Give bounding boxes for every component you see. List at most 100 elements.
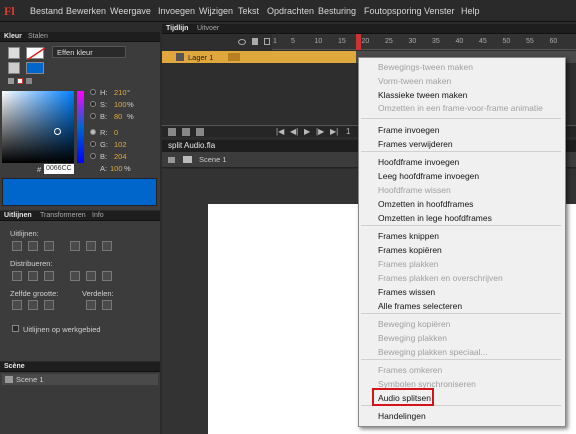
context-menu-item[interactable]: Handelingen [378, 411, 426, 421]
context-menu-item[interactable]: Frames knippen [378, 231, 439, 241]
delete-layer-icon[interactable] [196, 128, 204, 136]
context-menu-item: Vorm-tween maken [378, 76, 452, 86]
eye-icon[interactable] [238, 39, 246, 45]
match-height-icon[interactable] [28, 300, 38, 310]
menu-invoegen[interactable]: Invoegen [158, 6, 195, 16]
space-horizontal-icon[interactable] [102, 300, 112, 310]
tab-uitlijnen[interactable]: Uitlijnen [4, 212, 32, 219]
back-arrow-icon[interactable] [168, 157, 175, 163]
fill-bucket-icon[interactable] [8, 62, 20, 74]
fill-swatch[interactable] [26, 62, 44, 74]
distribute-vcenter-icon[interactable] [28, 271, 38, 281]
distribute-left-icon[interactable] [70, 271, 80, 281]
radio-blue[interactable] [90, 153, 96, 159]
menu-venster[interactable]: Venster [424, 6, 455, 16]
radio-b[interactable] [90, 113, 96, 119]
value-blue[interactable]: 204 [114, 152, 127, 161]
value-b[interactable]: 80 [114, 112, 122, 121]
workarea-checkbox[interactable] [12, 325, 19, 332]
app-logo: Fl [4, 4, 15, 18]
context-menu-item[interactable]: Frames verwijderen [378, 139, 453, 149]
color-picker-field[interactable] [2, 91, 74, 163]
tab-stalen[interactable]: Stalen [28, 33, 48, 40]
new-folder-icon[interactable] [182, 128, 190, 136]
ruler-label: 25 [385, 38, 393, 45]
document-tab[interactable]: split Audio.fla [168, 141, 215, 150]
context-menu-item[interactable]: Klassieke tween maken [378, 90, 467, 100]
menu-help[interactable]: Help [461, 6, 480, 16]
menu-besturing[interactable]: Besturing [318, 6, 356, 16]
step-back-icon[interactable]: ◀| [290, 127, 298, 136]
swap-colors-icon[interactable] [26, 78, 32, 84]
hex-input[interactable]: 0066CC [44, 164, 74, 174]
go-first-icon[interactable]: |◀ [276, 127, 284, 136]
edit-bar-scene[interactable]: Scene 1 [199, 155, 227, 164]
ruler-label: 45 [479, 38, 487, 45]
stroke-swatch[interactable] [26, 47, 45, 60]
value-s[interactable]: 100 [114, 100, 127, 109]
distribute-hcenter-icon[interactable] [86, 271, 96, 281]
menu-bewerken[interactable]: Bewerken [66, 6, 106, 16]
match-both-icon[interactable] [44, 300, 54, 310]
timeline-ruler[interactable]: 1 5 10 15 20 25 30 35 40 45 50 55 60 [272, 34, 576, 50]
value-g[interactable]: 102 [114, 140, 127, 149]
lock-icon[interactable] [252, 38, 258, 45]
hue-slider[interactable] [77, 91, 84, 163]
value-r[interactable]: 0 [114, 128, 118, 137]
menu-foutopsporing[interactable]: Foutopsporing [364, 6, 422, 16]
radio-r[interactable] [90, 129, 96, 135]
distribute-right-icon[interactable] [102, 271, 112, 281]
menu-wijzigen[interactable]: Wijzigen [199, 6, 233, 16]
layer-row[interactable]: Lager 1 [162, 51, 356, 63]
context-menu-item[interactable]: Omzetten in lege hoofdframes [378, 213, 492, 223]
radio-s[interactable] [90, 101, 96, 107]
distribute-top-icon[interactable] [12, 271, 22, 281]
space-vertical-icon[interactable] [86, 300, 96, 310]
align-left-icon[interactable] [12, 241, 22, 251]
go-last-icon[interactable]: ▶| [330, 127, 338, 136]
menu-weergave[interactable]: Weergave [110, 6, 151, 16]
match-width-icon[interactable] [12, 300, 22, 310]
tab-transformeren[interactable]: Transformeren [40, 212, 86, 219]
value-a[interactable]: 100 [110, 164, 123, 173]
menu-tekst[interactable]: Tekst [238, 6, 259, 16]
label-a: A: [100, 164, 108, 173]
radio-g[interactable] [90, 141, 96, 147]
align-vcenter-icon[interactable] [86, 241, 96, 251]
pencil-icon[interactable] [228, 53, 240, 61]
tab-kleur[interactable]: Kleur [4, 33, 22, 40]
tab-info[interactable]: Info [92, 212, 104, 219]
tab-uitvoer[interactable]: Uitvoer [197, 25, 219, 32]
step-forward-icon[interactable]: |▶ [316, 127, 324, 136]
menu-opdrachten[interactable]: Opdrachten [267, 6, 314, 16]
color-picker-cursor[interactable] [54, 128, 61, 135]
context-menu-item[interactable]: Frames wissen [378, 287, 435, 297]
context-menu-item[interactable]: Leeg hoofdframe invoegen [378, 171, 479, 181]
tab-tijdlijn[interactable]: Tijdlijn [166, 25, 188, 32]
stroke-color-icon[interactable] [8, 47, 20, 59]
align-hcenter-icon[interactable] [28, 241, 38, 251]
radio-h[interactable] [90, 89, 96, 95]
no-color-icon[interactable] [17, 78, 23, 84]
black-white-icon[interactable] [8, 78, 14, 84]
value-h[interactable]: 210 [114, 88, 127, 97]
menu-bestand[interactable]: Bestand [30, 6, 63, 16]
outline-icon[interactable] [264, 38, 270, 45]
play-icon[interactable]: ▶ [304, 127, 310, 136]
align-top-icon[interactable] [70, 241, 80, 251]
align-bottom-icon[interactable] [102, 241, 112, 251]
context-menu-item[interactable]: Omzetten in hoofdframes [378, 199, 473, 209]
context-menu-item[interactable]: Hoofdframe invoegen [378, 157, 459, 167]
tab-scene[interactable]: Scène [4, 363, 25, 370]
new-layer-icon[interactable] [168, 128, 176, 136]
label-workarea: Uitlijnen op werkgebied [23, 325, 101, 334]
fill-type-select[interactable]: Effen kleur [52, 46, 126, 58]
playhead[interactable] [356, 34, 361, 50]
unit-deg: ° [127, 88, 130, 97]
scene-list-item[interactable]: Scene 1 [2, 374, 158, 385]
context-menu-item[interactable]: Frame invoegen [378, 125, 439, 135]
align-right-icon[interactable] [44, 241, 54, 251]
context-menu-item[interactable]: Frames kopiëren [378, 245, 442, 255]
distribute-bottom-icon[interactable] [44, 271, 54, 281]
context-menu-item[interactable]: Alle frames selecteren [378, 301, 462, 311]
